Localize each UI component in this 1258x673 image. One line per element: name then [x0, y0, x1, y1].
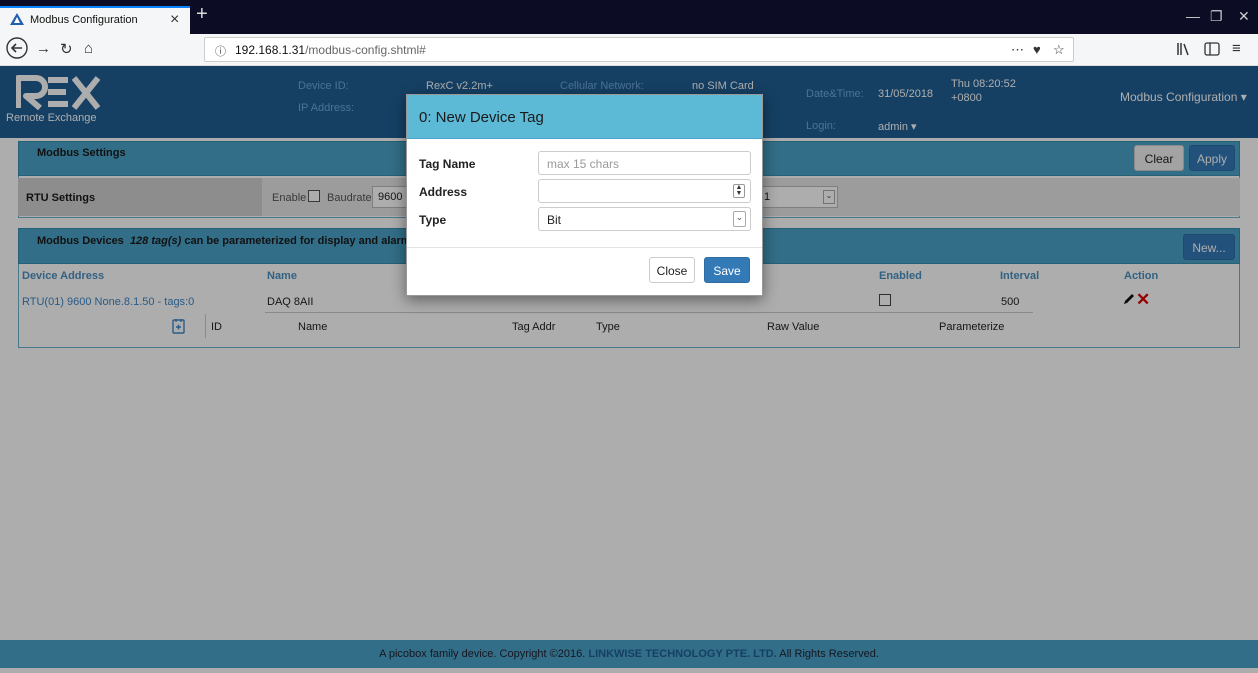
number-spinner-icon[interactable]: ▲ ▼ [733, 184, 745, 198]
tag-name-input[interactable]: max 15 chars [538, 151, 751, 175]
dialog-title: 0: New Device Tag [419, 109, 544, 126]
address-label: Address [419, 185, 468, 199]
window-close-icon[interactable]: ✕ [1238, 8, 1250, 25]
browser-tab-bar: Modbus Configuration × + — ❐ ✕ [0, 0, 1258, 34]
address-number-input[interactable]: ▲ ▼ [538, 179, 751, 203]
new-tab-icon[interactable]: + [196, 3, 208, 26]
home-icon[interactable]: ⌂ [84, 40, 93, 57]
back-icon[interactable] [6, 37, 28, 63]
reload-icon[interactable]: ↻ [60, 40, 73, 58]
tab-title: Modbus Configuration [30, 14, 138, 26]
type-select[interactable]: Bit ⌄ [538, 207, 751, 231]
save-button[interactable]: Save [704, 257, 750, 283]
type-select-value: Bit [547, 213, 562, 227]
new-device-tag-dialog: 0: New Device Tag Tag Name max 15 chars … [406, 94, 763, 296]
page-actions-icon[interactable]: ⋯ [1011, 42, 1024, 58]
browser-tab[interactable]: Modbus Configuration × [0, 6, 190, 34]
tag-name-label: Tag Name [419, 157, 476, 171]
forward-icon[interactable]: → [36, 40, 51, 57]
address-bar[interactable]: ⓘ 192.168.1.31/modbus-config.shtml# ⋯ ♥ … [204, 37, 1074, 62]
pocket-icon[interactable]: ♥ [1033, 42, 1041, 57]
sidebar-icon[interactable] [1204, 42, 1220, 60]
dialog-header: 0: New Device Tag [407, 95, 762, 139]
restore-icon[interactable]: ❐ [1210, 8, 1223, 25]
url-path: /modbus-config.shtml# [305, 43, 426, 57]
tab-close-icon[interactable]: × [170, 11, 179, 29]
chevron-down-icon: ⌄ [733, 211, 746, 227]
hamburger-menu-icon[interactable]: ≡ [1232, 40, 1241, 57]
url-host: 192.168.1.31 [235, 43, 306, 57]
browser-nav-bar: → ↻ ⌂ ⓘ 192.168.1.31/modbus-config.shtml… [0, 34, 1258, 66]
bookmark-star-icon[interactable]: ☆ [1053, 42, 1065, 58]
minimize-icon[interactable]: — [1186, 8, 1200, 24]
site-info-icon[interactable]: ⓘ [215, 43, 226, 59]
type-label: Type [419, 213, 447, 227]
close-button[interactable]: Close [649, 257, 695, 283]
site-favicon-icon [10, 13, 24, 28]
library-icon[interactable] [1176, 42, 1192, 60]
dialog-footer-divider [407, 247, 762, 248]
